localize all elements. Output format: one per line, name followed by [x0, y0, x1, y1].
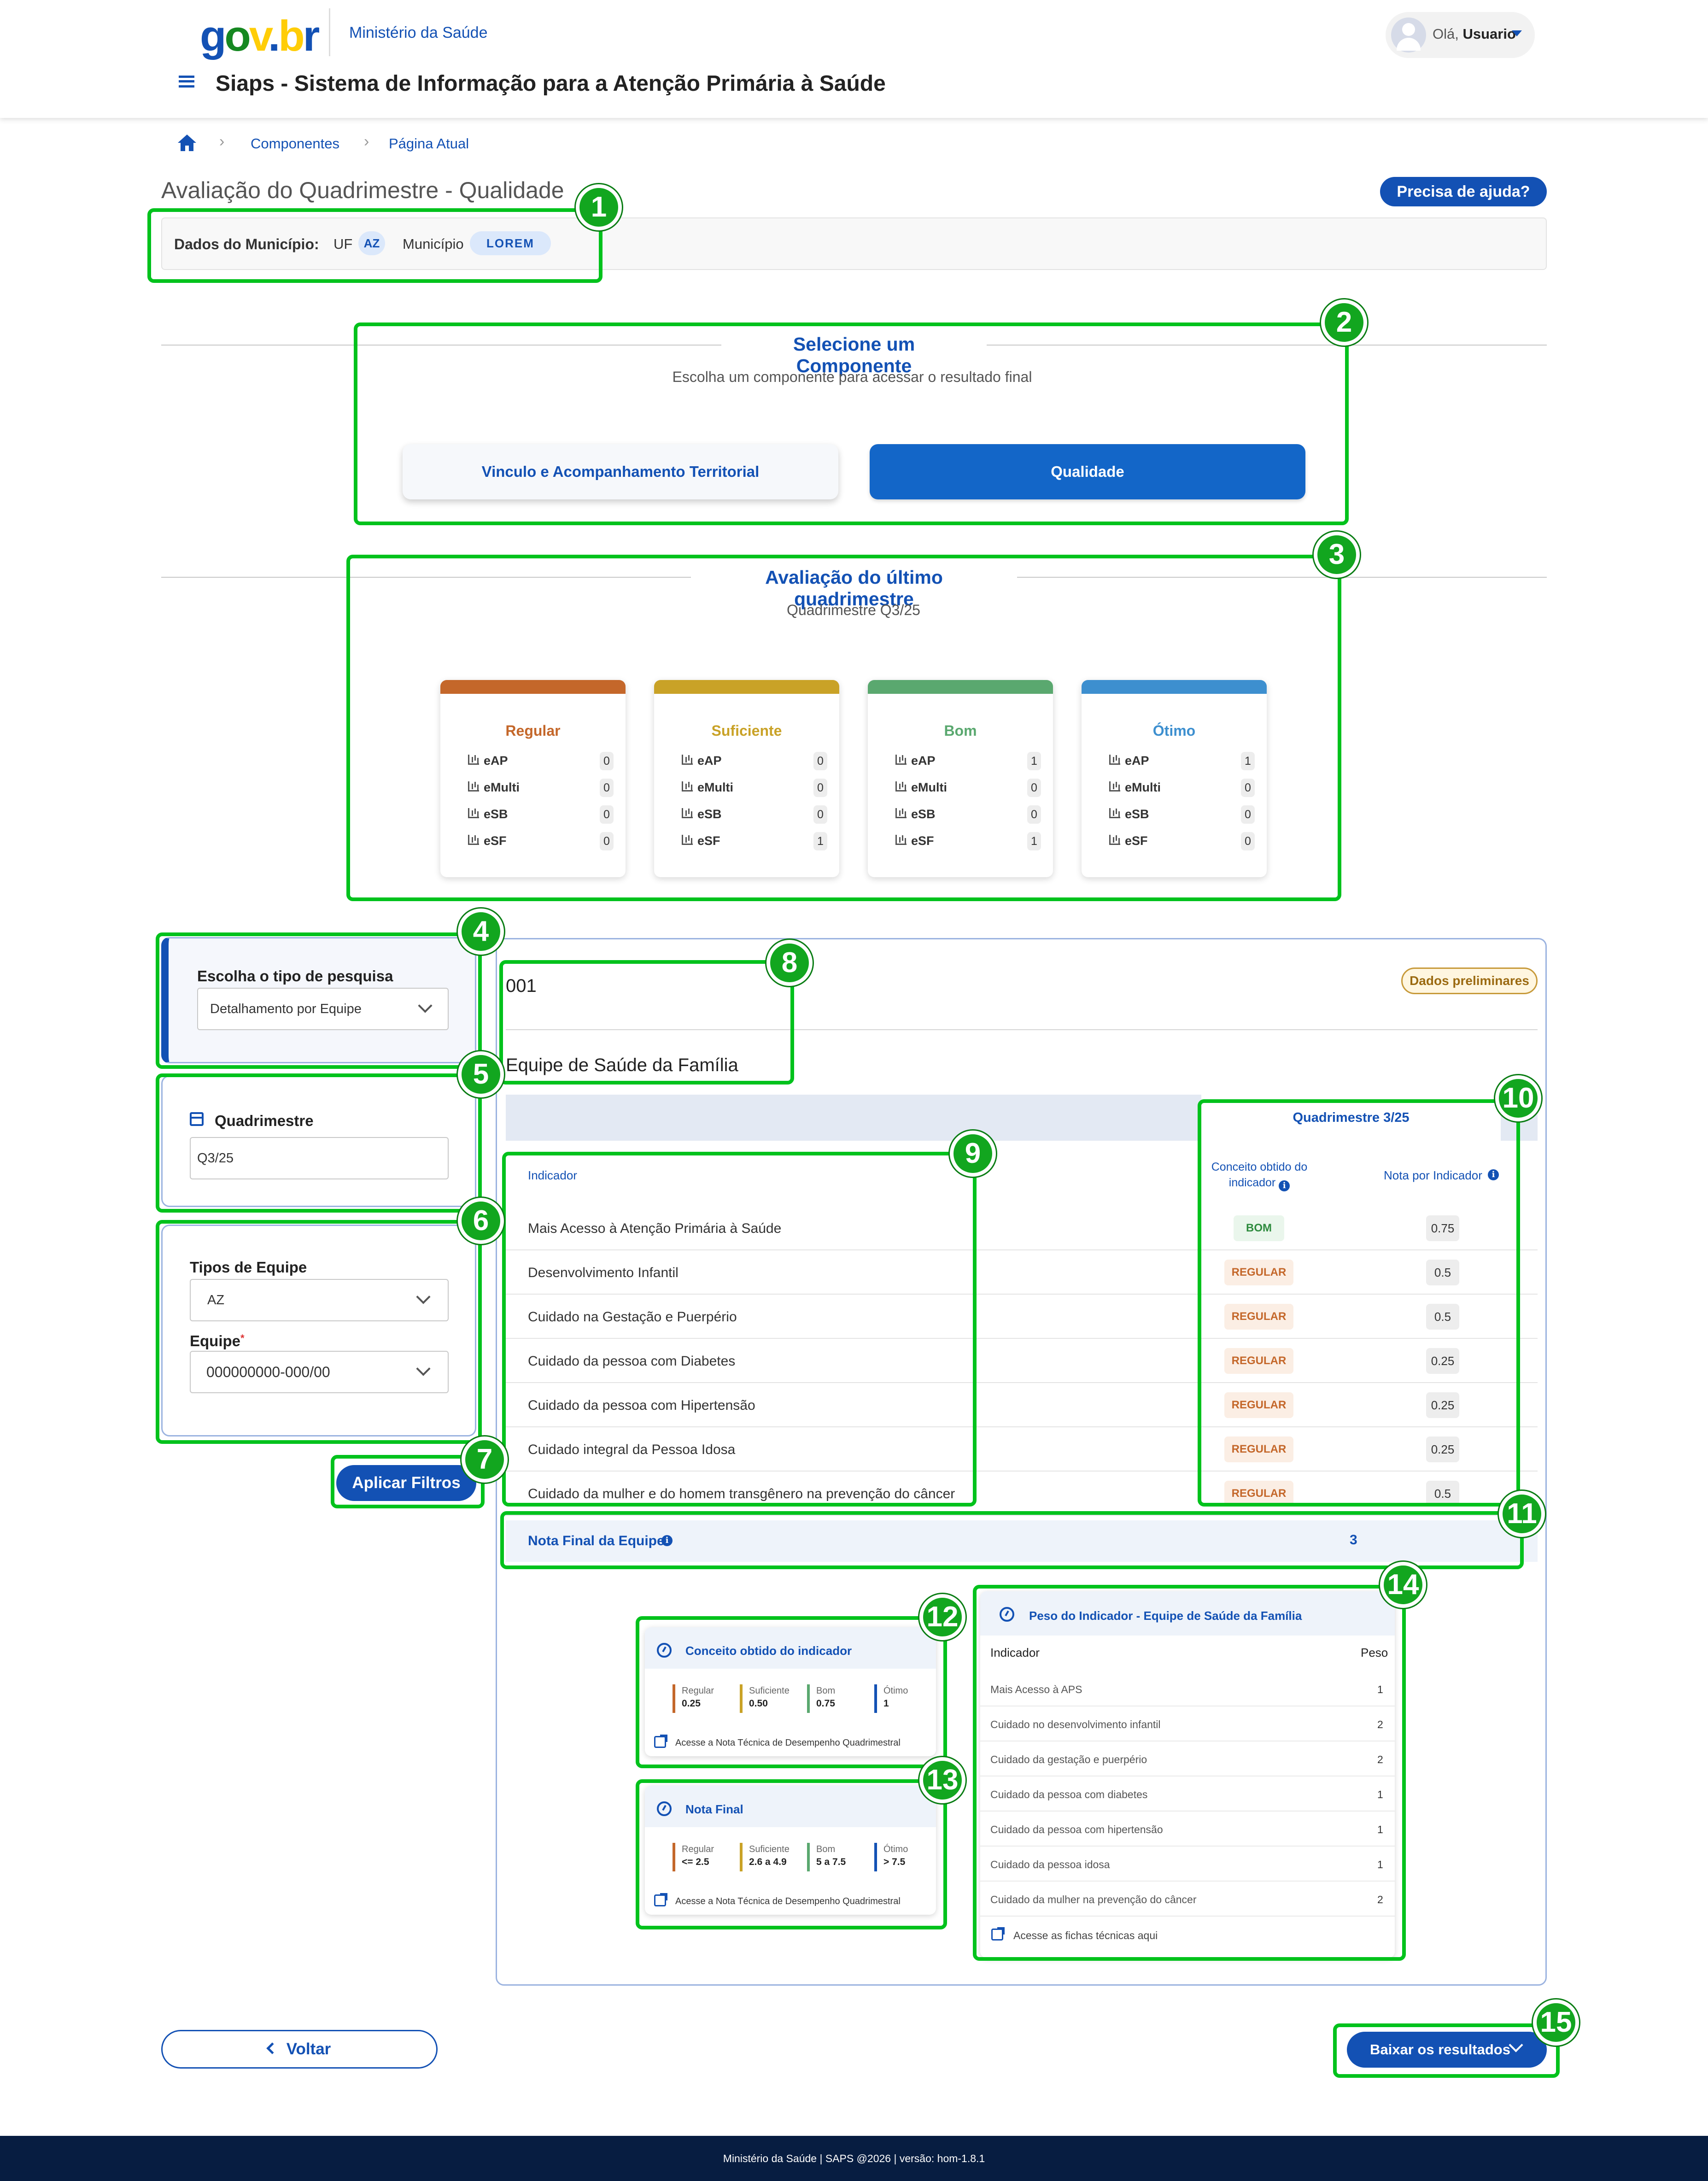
annotation-box-8	[499, 960, 794, 1085]
annotation-box-1	[147, 208, 602, 283]
annotation-box-12	[636, 1616, 947, 1768]
user-greeting[interactable]: Olá, Usuario	[1433, 26, 1516, 42]
help-button[interactable]: Precisa de ajuda?	[1380, 177, 1547, 206]
preliminary-badge: Dados preliminares	[1401, 967, 1538, 994]
govbr-logo[interactable]: gov.br	[200, 13, 320, 59]
chevron-right-icon: ›	[219, 133, 225, 150]
system-title: Siaps - Sistema de Informação para a Ate…	[216, 71, 886, 96]
annotation-box-2	[354, 322, 1349, 525]
annotation-badge-6: 6	[458, 1198, 504, 1244]
page-title: Avaliação do Quadrimestre - Qualidade	[161, 177, 564, 203]
annotation-box-14	[973, 1585, 1406, 1961]
ministry-name: Ministério da Saúde	[349, 24, 488, 41]
annotation-badge-4: 4	[458, 909, 504, 955]
breadcrumb-current: Página Atual	[389, 135, 469, 152]
home-icon[interactable]	[177, 134, 197, 152]
footer: Ministério da Saúde | SAPS @2026 | versã…	[0, 2136, 1708, 2181]
annotation-box-15	[1333, 2023, 1560, 2078]
annotation-badge-11: 11	[1499, 1491, 1545, 1537]
annotation-box-6	[156, 1220, 482, 1444]
annotation-badge-13: 13	[919, 1757, 965, 1803]
breadcrumb-link-componentes[interactable]: Componentes	[251, 135, 339, 152]
annotation-box-10	[1198, 1099, 1520, 1507]
hamburger-menu-icon[interactable]	[179, 76, 194, 88]
avatar	[1391, 18, 1426, 53]
annotation-badge-9: 9	[950, 1131, 996, 1177]
header-divider	[329, 8, 330, 56]
annotation-box-4	[156, 932, 482, 1069]
annotation-box-3	[346, 555, 1341, 901]
chevron-right-icon: ›	[364, 133, 369, 150]
back-button[interactable]: Voltar	[161, 2030, 438, 2069]
annotation-box-11	[500, 1511, 1524, 1569]
annotation-badge-2: 2	[1321, 299, 1367, 346]
annotation-badge-12: 12	[919, 1594, 965, 1640]
annotation-badge-3: 3	[1314, 532, 1360, 578]
annotation-badge-5: 5	[458, 1051, 504, 1097]
annotation-badge-10: 10	[1495, 1075, 1541, 1121]
annotation-badge-8: 8	[766, 940, 813, 986]
annotation-badge-1: 1	[576, 184, 622, 230]
annotation-box-13	[636, 1779, 947, 1929]
caret-down-icon[interactable]	[1512, 30, 1522, 36]
annotation-badge-14: 14	[1380, 1562, 1426, 1608]
annotation-box-5	[156, 1073, 482, 1213]
annotation-badge-7: 7	[462, 1436, 508, 1483]
annotation-badge-15: 15	[1533, 1999, 1579, 2046]
annotation-box-9	[502, 1152, 977, 1507]
chevron-left-icon	[266, 2042, 278, 2054]
